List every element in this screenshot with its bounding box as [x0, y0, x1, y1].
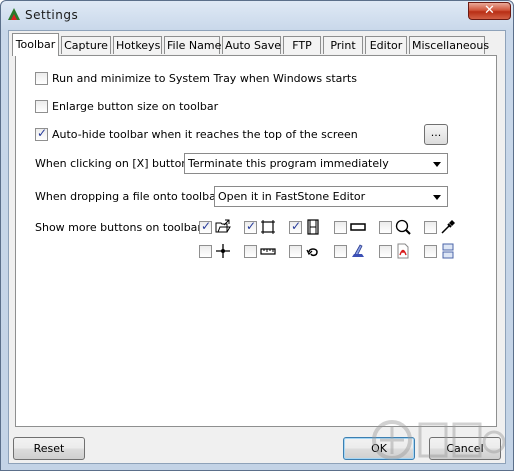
- tab-hotkeys[interactable]: Hotkeys: [113, 36, 162, 54]
- button-pdf-checkbox[interactable]: ✓: [379, 245, 392, 258]
- auto-hide-options-button[interactable]: ...: [424, 124, 448, 145]
- pdf-icon: [397, 243, 409, 259]
- button-film-checkbox[interactable]: ✓: [289, 219, 302, 234]
- ruler-icon: [260, 248, 276, 255]
- button-horizontal-bar-checkbox[interactable]: ✓: [334, 221, 347, 234]
- tab-capture[interactable]: Capture: [61, 36, 111, 54]
- drop-action-label: When dropping a file onto toolbar :: [35, 190, 228, 203]
- button-ruler-checkbox[interactable]: ✓: [244, 245, 257, 258]
- close-icon: ✕: [484, 3, 495, 18]
- window-close-button[interactable]: ✕: [468, 2, 511, 20]
- button-open-file-checkbox[interactable]: ✓: [199, 219, 212, 234]
- title-bar[interactable]: Settings ✕: [1, 1, 513, 29]
- magnifier-icon: [395, 219, 411, 235]
- app-logo-icon: [8, 8, 20, 20]
- crop-rectangle-icon: [261, 220, 275, 234]
- split-window-icon: [442, 243, 454, 259]
- tab-editor[interactable]: Editor: [365, 36, 407, 54]
- tab-ftp[interactable]: FTP: [283, 36, 321, 54]
- close-action-label: When clicking on [X] button :: [35, 157, 196, 170]
- button-crosshair-checkbox[interactable]: ✓: [199, 245, 212, 258]
- button-undo-curve-checkbox[interactable]: ✓: [289, 245, 302, 258]
- tab-miscellaneous[interactable]: Miscellaneous: [409, 36, 489, 54]
- color-picker-icon: [441, 220, 455, 234]
- auto-hide-checkbox[interactable]: ✓: [35, 126, 48, 141]
- draw-board-icon: [352, 244, 364, 257]
- tab-auto-save[interactable]: Auto Save: [222, 36, 281, 54]
- watermark-logo: [372, 420, 506, 460]
- run-minimized-checkbox[interactable]: ✓: [35, 72, 48, 85]
- auto-hide-label: Auto-hide toolbar when it reaches the to…: [52, 128, 358, 141]
- show-buttons-label: Show more buttons on toolbar :: [35, 221, 210, 234]
- crosshair-icon: [216, 244, 230, 258]
- horizontal-bar-icon: [350, 223, 366, 231]
- tab-toolbar[interactable]: Toolbar: [12, 33, 59, 56]
- close-action-value: Terminate this program immediately: [188, 157, 389, 170]
- open-file-icon: [215, 219, 231, 233]
- button-color-picker-checkbox[interactable]: ✓: [424, 221, 437, 234]
- chevron-down-icon: [433, 195, 441, 200]
- close-action-select[interactable]: Terminate this program immediately: [184, 153, 448, 174]
- reset-button[interactable]: Reset: [13, 437, 85, 460]
- button-draw-board-checkbox[interactable]: ✓: [334, 245, 347, 258]
- tab-print[interactable]: Print: [323, 36, 363, 54]
- button-split-window-checkbox[interactable]: ✓: [424, 245, 437, 258]
- drop-action-value: Open it in FastStone Editor: [218, 190, 366, 203]
- button-magnifier-checkbox[interactable]: ✓: [379, 221, 392, 234]
- run-minimized-label: Run and minimize to System Tray when Win…: [52, 72, 357, 85]
- tab-file-name[interactable]: File Name: [164, 36, 221, 54]
- enlarge-buttons-checkbox[interactable]: ✓: [35, 100, 48, 113]
- chevron-down-icon: [433, 162, 441, 167]
- enlarge-buttons-label: Enlarge button size on toolbar: [52, 100, 219, 113]
- button-crop-rectangle-checkbox[interactable]: ✓: [244, 219, 257, 234]
- undo-curve-icon: [306, 248, 318, 257]
- window-title: Settings: [25, 8, 79, 22]
- film-icon: [307, 219, 319, 235]
- drop-action-select[interactable]: Open it in FastStone Editor: [214, 186, 448, 207]
